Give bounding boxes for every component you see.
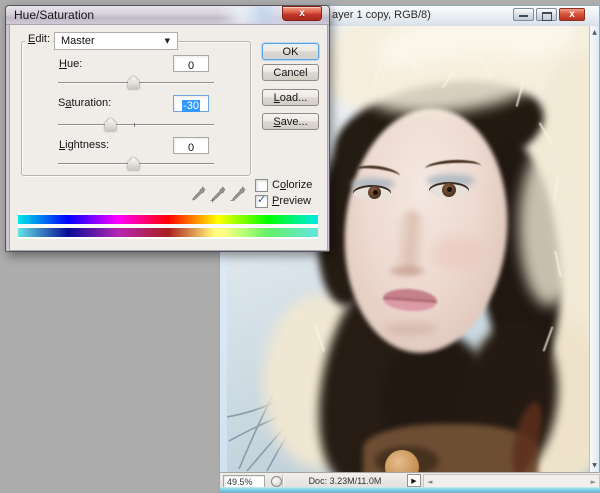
ok-button[interactable]: OK <box>262 43 319 60</box>
cheek-blush <box>432 236 484 270</box>
cancel-button[interactable]: Cancel <box>262 64 319 81</box>
photoshop-workspace: ayer 1 copy, RGB/8) x ▲ ▼ 49.5% Doc: 3.2… <box>0 0 600 493</box>
left-pupil <box>373 190 378 195</box>
document-title: ayer 1 copy, RGB/8) <box>332 9 431 21</box>
chin-shadow <box>385 322 437 336</box>
hue-gradient-bar-original <box>18 215 318 224</box>
lightness-input[interactable]: 0 <box>173 137 209 154</box>
eyedropper-plus-icon[interactable]: + <box>210 185 227 205</box>
minimize-icon <box>519 15 528 17</box>
scroll-down-icon[interactable]: ▼ <box>590 462 599 469</box>
save-button[interactable]: Save... <box>262 113 319 130</box>
zoom-level-value: 49.5% <box>227 477 253 487</box>
label-mnemonic: S <box>273 115 281 128</box>
hue-slider[interactable] <box>58 76 214 90</box>
eyedropper-minus-icon[interactable]: − <box>230 185 247 205</box>
preview-checkbox[interactable]: ✓ <box>255 193 268 208</box>
label-text: dit: <box>35 33 51 45</box>
right-triangle-icon: ▶ <box>411 477 417 485</box>
slider-center-tick <box>134 123 135 127</box>
eyedropper-icon[interactable] <box>191 185 207 203</box>
restore-icon <box>542 12 552 21</box>
scroll-up-icon[interactable]: ▲ <box>590 29 599 36</box>
label-mnemonic: H <box>59 58 67 70</box>
slider-track <box>58 124 214 125</box>
right-eye <box>429 182 469 198</box>
horizontal-scrollbar[interactable]: ◄ ► <box>423 474 600 488</box>
lightness-slider[interactable] <box>58 157 214 171</box>
minimize-button[interactable] <box>513 8 534 21</box>
saturation-slider[interactable] <box>58 118 214 132</box>
colorize-label: Colorize <box>272 179 312 191</box>
left-eye <box>353 185 391 200</box>
label-text: ue: <box>66 58 83 70</box>
dialog-titlebar[interactable]: Hue/Saturation x <box>6 6 329 25</box>
status-clock-icon[interactable] <box>271 476 282 487</box>
doc-size-info: Doc: 3.23M/11.0M <box>308 476 382 486</box>
close-icon: x <box>299 8 305 19</box>
label-text: ave... <box>280 115 308 128</box>
label-text: ightness: <box>65 139 110 151</box>
lightness-label: Lightness: <box>59 139 109 151</box>
window-close-button[interactable]: x <box>559 8 585 21</box>
status-menu-button[interactable]: ▶ <box>407 474 421 487</box>
window-bottom-edge <box>220 487 600 492</box>
scroll-right-icon[interactable]: ► <box>591 478 596 486</box>
hue-value: 0 <box>187 60 195 72</box>
chevron-down-icon: ▼ <box>164 37 170 45</box>
saturation-value: -30 <box>182 100 200 112</box>
vertical-scrollbar[interactable]: ▲ ▼ <box>589 26 599 472</box>
hue-gradient-bar-adjusted[interactable] <box>18 228 318 237</box>
titlebar-glass-reflection <box>218 6 286 24</box>
restore-button[interactable] <box>536 8 557 21</box>
right-pupil <box>447 187 452 192</box>
dialog-title: Hue/Saturation <box>14 8 95 22</box>
label-text: turation: <box>71 97 112 109</box>
nose-tip <box>390 266 424 276</box>
label-text: C <box>272 179 280 191</box>
dialog-close-button[interactable]: x <box>282 6 322 21</box>
checkmark-icon: ✓ <box>257 193 267 206</box>
hue-input[interactable]: 0 <box>173 55 209 72</box>
preview-label: Preview <box>272 195 311 207</box>
scroll-left-icon[interactable]: ◄ <box>427 478 432 486</box>
label-text: oad... <box>279 91 308 104</box>
edit-dropdown-value: Master <box>61 35 95 47</box>
hue-label: Hue: <box>59 58 82 70</box>
edit-dropdown[interactable]: Master ▼ <box>54 32 178 50</box>
close-icon: x <box>569 9 575 20</box>
hue-saturation-dialog: Hue/Saturation x Edit: Master ▼ Hue: 0 S… <box>5 5 330 252</box>
saturation-label: Saturation: <box>58 97 111 109</box>
load-button[interactable]: Load... <box>262 89 319 106</box>
edit-label: Edit: <box>25 33 54 45</box>
saturation-input[interactable]: -30 <box>173 95 209 112</box>
label-text: review <box>279 195 312 207</box>
lightness-value: 0 <box>187 142 195 154</box>
fur-fringe-right <box>519 146 579 306</box>
status-divider <box>282 475 283 487</box>
adjustment-groupbox <box>21 41 251 176</box>
dialog-body: Edit: Master ▼ Hue: 0 Saturation: -30 Li… <box>9 24 328 251</box>
colorize-checkbox[interactable] <box>255 179 268 192</box>
label-text: lorize <box>286 179 313 191</box>
